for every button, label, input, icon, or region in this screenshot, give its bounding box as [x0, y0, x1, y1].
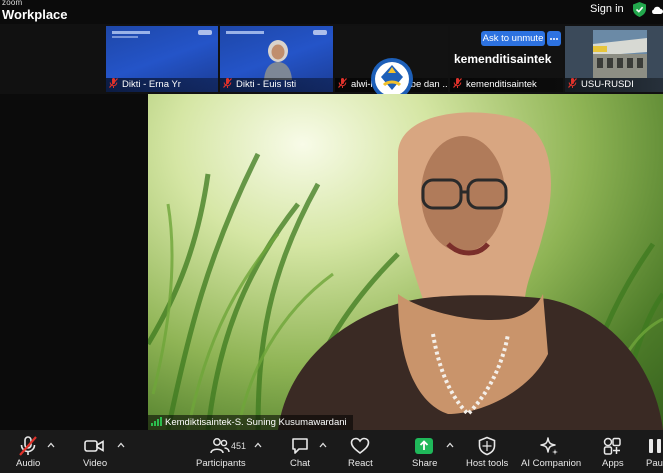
building-image — [593, 30, 647, 78]
chat-button[interactable]: Chat — [287, 430, 313, 473]
apps-label: Apps — [602, 458, 624, 469]
signal-bars-icon — [151, 417, 162, 426]
muted-mic-icon — [453, 78, 462, 88]
thumbnail-participant[interactable]: USU-RUSDI — [565, 26, 663, 92]
audio-button[interactable]: Audio — [0, 430, 56, 473]
share-options-caret-icon[interactable] — [446, 442, 454, 448]
ai-companion-label: AI Companion — [521, 458, 582, 469]
thumbnail-participant[interactable]: Dikti - Euis Isti — [220, 26, 333, 92]
apps-button[interactable]: Apps — [598, 430, 626, 473]
pause-icon — [649, 439, 661, 453]
thumbnail-name: kemenditisaintek — [450, 78, 563, 92]
chat-options-caret-icon[interactable] — [319, 442, 327, 448]
ask-to-unmute-button[interactable]: Ask to unmute — [481, 31, 545, 46]
shield-check-icon[interactable] — [633, 2, 646, 17]
ai-companion-button[interactable]: AI Companion — [519, 430, 582, 473]
slide-subheader-bar — [112, 36, 138, 38]
participant-strip: Dikti - Erna Yr Dikti - Euis Isti alwi-l… — [0, 24, 663, 100]
slide-header-bar — [226, 31, 264, 34]
share-label: Share — [412, 458, 438, 469]
muted-mic-icon — [568, 78, 577, 88]
more-options-button[interactable] — [547, 31, 561, 46]
speaker-name-label: Kemdiktisaintek-S. Suning Kusumawardani — [148, 415, 353, 430]
pause-button[interactable]: Pau — [643, 430, 663, 473]
host-tools-label: Host tools — [466, 458, 509, 469]
main-video[interactable]: Kemdiktisaintek-S. Suning Kusumawardani — [148, 94, 663, 430]
audio-options-caret-icon[interactable] — [47, 442, 55, 448]
participants-button[interactable]: Participants — [194, 430, 254, 473]
dot — [556, 38, 558, 40]
share-screen-icon — [415, 438, 433, 454]
slide-logo — [313, 30, 327, 35]
cloud-icon[interactable] — [651, 5, 663, 15]
video-button[interactable]: Video — [76, 430, 116, 473]
slide-header-bar — [112, 31, 150, 34]
muted-mic-icon — [109, 78, 118, 88]
app-brand: zoom Workplace — [2, 0, 68, 21]
participant-count: 451 — [231, 441, 247, 451]
react-label: React — [348, 458, 373, 469]
title-bar: zoom Workplace Sign in — [0, 0, 663, 24]
brand-large: Workplace — [2, 7, 68, 22]
share-button[interactable]: Share — [410, 430, 438, 473]
thumbnail-participant[interactable]: Dikti - Erna Yr — [106, 26, 218, 92]
video-label: Video — [83, 458, 108, 469]
chat-label: Chat — [290, 458, 311, 469]
shield-icon — [478, 436, 496, 456]
muted-mic-icon — [19, 436, 37, 456]
thumbnail-name: Dikti - Erna Yr — [106, 78, 218, 92]
participant-display-name: kemenditisaintek — [454, 52, 552, 66]
heart-icon — [350, 437, 370, 455]
muted-mic-icon — [338, 78, 347, 88]
thumbnail-name: USU-RUSDI — [565, 78, 663, 92]
participants-label: Participants — [196, 458, 246, 469]
chat-bubble-icon — [292, 438, 308, 454]
slide-logo — [198, 30, 212, 35]
audio-label: Audio — [16, 458, 41, 469]
meeting-toolbar: Audio Video Participants 451 Chat React … — [0, 430, 663, 473]
participant-portrait — [264, 40, 292, 80]
react-button[interactable]: React — [346, 430, 374, 473]
dot — [553, 38, 555, 40]
pause-label: Pau — [646, 458, 663, 469]
muted-mic-icon — [223, 78, 232, 88]
participants-options-caret-icon[interactable] — [254, 442, 262, 448]
thumbnail-name: Dikti - Euis Isti — [220, 78, 333, 92]
video-options-caret-icon[interactable] — [117, 442, 125, 448]
brand-small: zoom — [2, 0, 23, 7]
sparkle-icon — [540, 437, 558, 455]
sign-in-link[interactable]: Sign in — [590, 3, 624, 15]
dot — [550, 38, 552, 40]
participants-icon — [210, 438, 230, 454]
video-frame — [148, 112, 663, 430]
video-camera-icon — [84, 440, 104, 452]
host-tools-button[interactable]: Host tools — [465, 430, 509, 473]
apps-icon — [603, 437, 621, 455]
